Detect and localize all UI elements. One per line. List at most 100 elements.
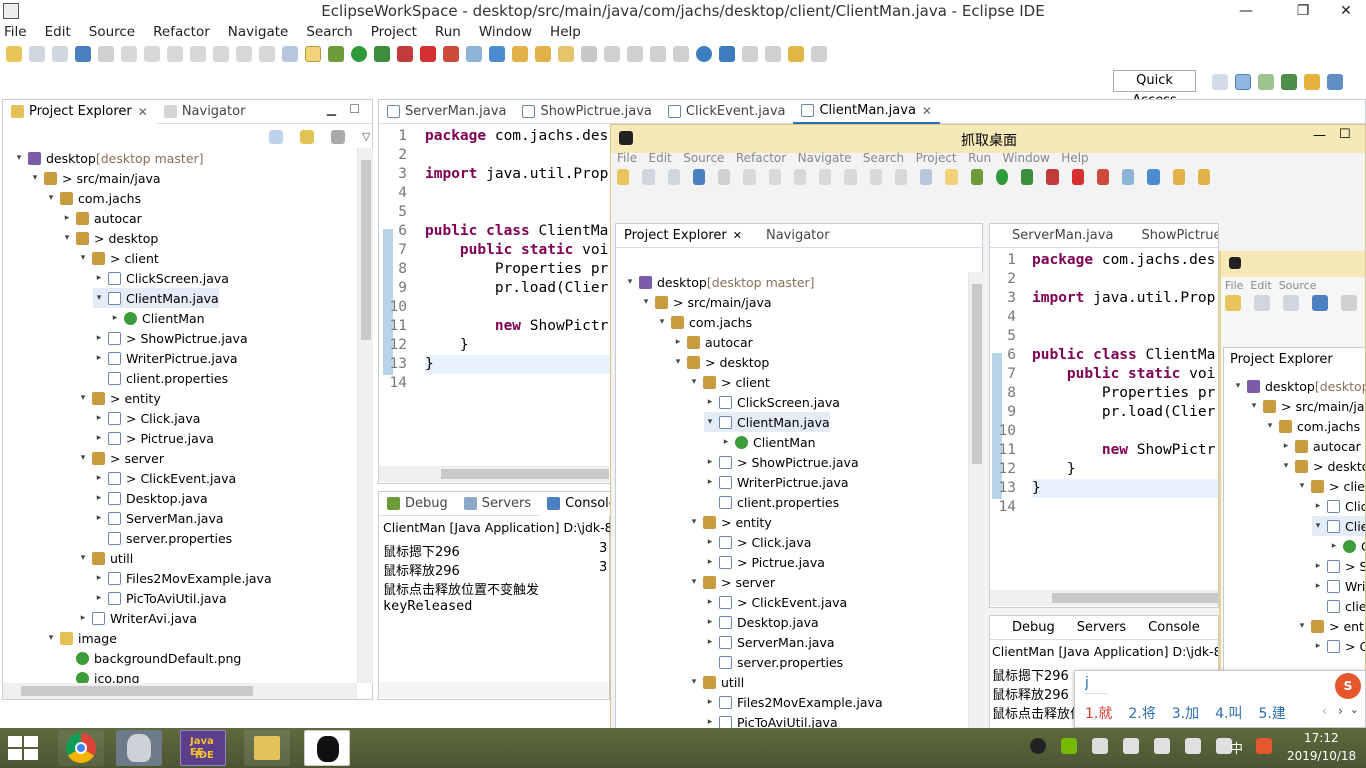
external-tools-icon[interactable] bbox=[443, 46, 459, 62]
expanded-icon[interactable]: ▾ bbox=[688, 677, 700, 687]
open-type-icon[interactable] bbox=[512, 46, 528, 62]
sun-perspective-icon[interactable] bbox=[1304, 74, 1320, 90]
collapsed-icon[interactable]: ▸ bbox=[1312, 641, 1324, 651]
coverage-icon[interactable] bbox=[374, 46, 390, 62]
debug-icon[interactable] bbox=[328, 46, 344, 62]
open-task-icon[interactable] bbox=[535, 46, 551, 62]
collapsed-icon[interactable]: ▸ bbox=[77, 613, 89, 623]
menu-window[interactable]: Window bbox=[479, 24, 532, 40]
ime-candidate[interactable]: 4.叫 bbox=[1215, 703, 1242, 723]
tree-item[interactable]: ▾ > client bbox=[688, 372, 770, 392]
menu-file[interactable]: File bbox=[4, 24, 27, 40]
debug-perspective-icon[interactable] bbox=[1281, 74, 1297, 90]
ime-candidate[interactable]: 2.将 bbox=[1128, 703, 1155, 723]
capture-taskbar-button[interactable] bbox=[304, 730, 350, 766]
tree-item[interactable]: ▸ > ShowPictrue.java bbox=[704, 452, 859, 472]
web-browser-icon[interactable] bbox=[696, 46, 712, 62]
tree-item[interactable]: ▸ > ClickEvent.java bbox=[704, 592, 847, 612]
collapsed-icon[interactable]: ▸ bbox=[109, 313, 121, 323]
tree-item[interactable]: ▾ > entity bbox=[688, 512, 772, 532]
expanded-icon[interactable]: ▾ bbox=[656, 317, 668, 327]
expanded-icon[interactable]: ▾ bbox=[688, 577, 700, 587]
stop-icon[interactable] bbox=[420, 46, 436, 62]
search-icon[interactable] bbox=[558, 46, 574, 62]
menu-search[interactable]: Search bbox=[306, 24, 352, 40]
explorer-hscrollbar[interactable] bbox=[3, 683, 357, 699]
tree-item[interactable]: ▸ PicToAviUtil.java bbox=[93, 588, 227, 608]
expanded-icon[interactable]: ▾ bbox=[93, 293, 105, 303]
java-ee-perspective-icon[interactable] bbox=[1235, 74, 1251, 90]
collapsed-icon[interactable]: ▸ bbox=[704, 617, 716, 627]
tree-item[interactable]: ▸ ClickScreen.java bbox=[704, 392, 840, 412]
capture-minimize-button[interactable]: — bbox=[1313, 128, 1326, 143]
tree-item[interactable]: ▾ ClientMan.java bbox=[1312, 516, 1365, 536]
keyboard-icon[interactable] bbox=[1092, 738, 1108, 754]
tree-item[interactable]: ▾ image bbox=[45, 628, 117, 648]
tree-item[interactable]: ▾ com.jachs bbox=[1264, 416, 1360, 436]
expanded-icon[interactable]: ▾ bbox=[672, 357, 684, 367]
close-icon[interactable]: ✕ bbox=[922, 104, 932, 118]
editor-hscrollbar[interactable] bbox=[379, 466, 609, 482]
tree-item[interactable]: ▾ desktop [desktop master] bbox=[13, 148, 204, 168]
tree-item[interactable]: ▾ com.jachs bbox=[656, 312, 752, 332]
expanded-icon[interactable]: ▾ bbox=[77, 393, 89, 403]
collapsed-icon[interactable]: ▸ bbox=[704, 557, 716, 567]
tab-showpictrue[interactable]: ShowPictrue.java bbox=[514, 100, 659, 124]
tree-item[interactable]: ▾ > server bbox=[688, 572, 775, 592]
ime-candidate[interactable]: 1.就 bbox=[1085, 703, 1112, 723]
code-line[interactable]: package com.jachs.des bbox=[425, 127, 608, 146]
tree-item[interactable]: ▸ > ShowPictrue.java bbox=[93, 328, 248, 348]
new-class-icon[interactable] bbox=[489, 46, 505, 62]
hscroll-thumb[interactable] bbox=[21, 686, 253, 696]
collapsed-icon[interactable]: ▸ bbox=[1280, 441, 1292, 451]
block-selection-icon[interactable] bbox=[650, 46, 666, 62]
tree-item[interactable]: ▾ > client bbox=[77, 248, 159, 268]
tree-item[interactable]: client.properties bbox=[93, 368, 228, 388]
collapsed-icon[interactable]: ▸ bbox=[704, 537, 716, 547]
save-icon[interactable] bbox=[29, 46, 45, 62]
tree-item[interactable]: ▸ > Pictrue.java bbox=[704, 552, 825, 572]
suspend-icon[interactable] bbox=[144, 46, 160, 62]
git-perspective-icon[interactable] bbox=[1327, 74, 1343, 90]
tree-item[interactable]: ▾ > src/main/java bbox=[29, 168, 161, 188]
annotation-prev-icon[interactable] bbox=[604, 46, 620, 62]
expanded-icon[interactable]: ▾ bbox=[624, 277, 636, 287]
tree-item[interactable]: ▸ Files2MovExample.java bbox=[93, 568, 272, 588]
tree-item[interactable]: ▸ Desktop.java bbox=[704, 612, 819, 632]
tree-item[interactable]: ▸ ServerMan.java bbox=[704, 632, 835, 652]
tree-item[interactable]: ▸ autocar bbox=[672, 332, 753, 352]
code-line[interactable]: Properties pr bbox=[1032, 384, 1216, 403]
volume-icon[interactable] bbox=[1154, 738, 1170, 754]
tab-clickevent[interactable]: ClickEvent.java bbox=[660, 100, 794, 124]
tree-item[interactable]: ▾ ClientMan.java bbox=[93, 288, 219, 308]
tab-servers[interactable]: Servers bbox=[456, 492, 539, 516]
step-into-icon[interactable] bbox=[213, 46, 229, 62]
collapsed-icon[interactable]: ▸ bbox=[93, 573, 105, 583]
forward-icon[interactable] bbox=[811, 46, 827, 62]
menu-project[interactable]: Project bbox=[371, 24, 417, 40]
code-line[interactable]: import java.util.Prop bbox=[425, 165, 608, 184]
menu-navigate[interactable]: Navigate bbox=[228, 24, 289, 40]
tree-item[interactable]: ▾ utill bbox=[77, 548, 134, 568]
tree-item[interactable]: server.properties bbox=[704, 652, 843, 672]
expanded-icon[interactable]: ▾ bbox=[1280, 461, 1292, 471]
collapsed-icon[interactable]: ▸ bbox=[1312, 581, 1324, 591]
tree-item[interactable]: ▸ ClickScreen.java bbox=[93, 268, 229, 288]
code-line[interactable]: new ShowPictr bbox=[425, 317, 609, 336]
expanded-icon[interactable]: ▾ bbox=[1296, 621, 1308, 631]
tree-item[interactable]: ▾ > entity bbox=[1296, 616, 1365, 636]
expanded-icon[interactable]: ▾ bbox=[1264, 421, 1276, 431]
expanded-icon[interactable]: ▾ bbox=[77, 253, 89, 263]
eclipse-taskbar-button[interactable]: Java EE IDE bbox=[180, 730, 226, 766]
code-line[interactable]: pr.load(Clier bbox=[425, 279, 609, 298]
new-java-project-icon[interactable] bbox=[466, 46, 482, 62]
step-over-icon[interactable] bbox=[236, 46, 252, 62]
tree-item[interactable]: ▸ ClientMan bbox=[1328, 536, 1365, 556]
tree-item[interactable]: ▸ > Click.java bbox=[93, 408, 201, 428]
collapsed-icon[interactable]: ▸ bbox=[61, 213, 73, 223]
menu-edit[interactable]: Edit bbox=[45, 24, 71, 40]
app-taskbar-button[interactable] bbox=[116, 730, 162, 766]
tree-item[interactable]: ▸ WriterPictrue.java bbox=[1312, 576, 1365, 596]
expanded-icon[interactable]: ▾ bbox=[640, 297, 652, 307]
tab-debug[interactable]: Debug bbox=[379, 492, 456, 516]
